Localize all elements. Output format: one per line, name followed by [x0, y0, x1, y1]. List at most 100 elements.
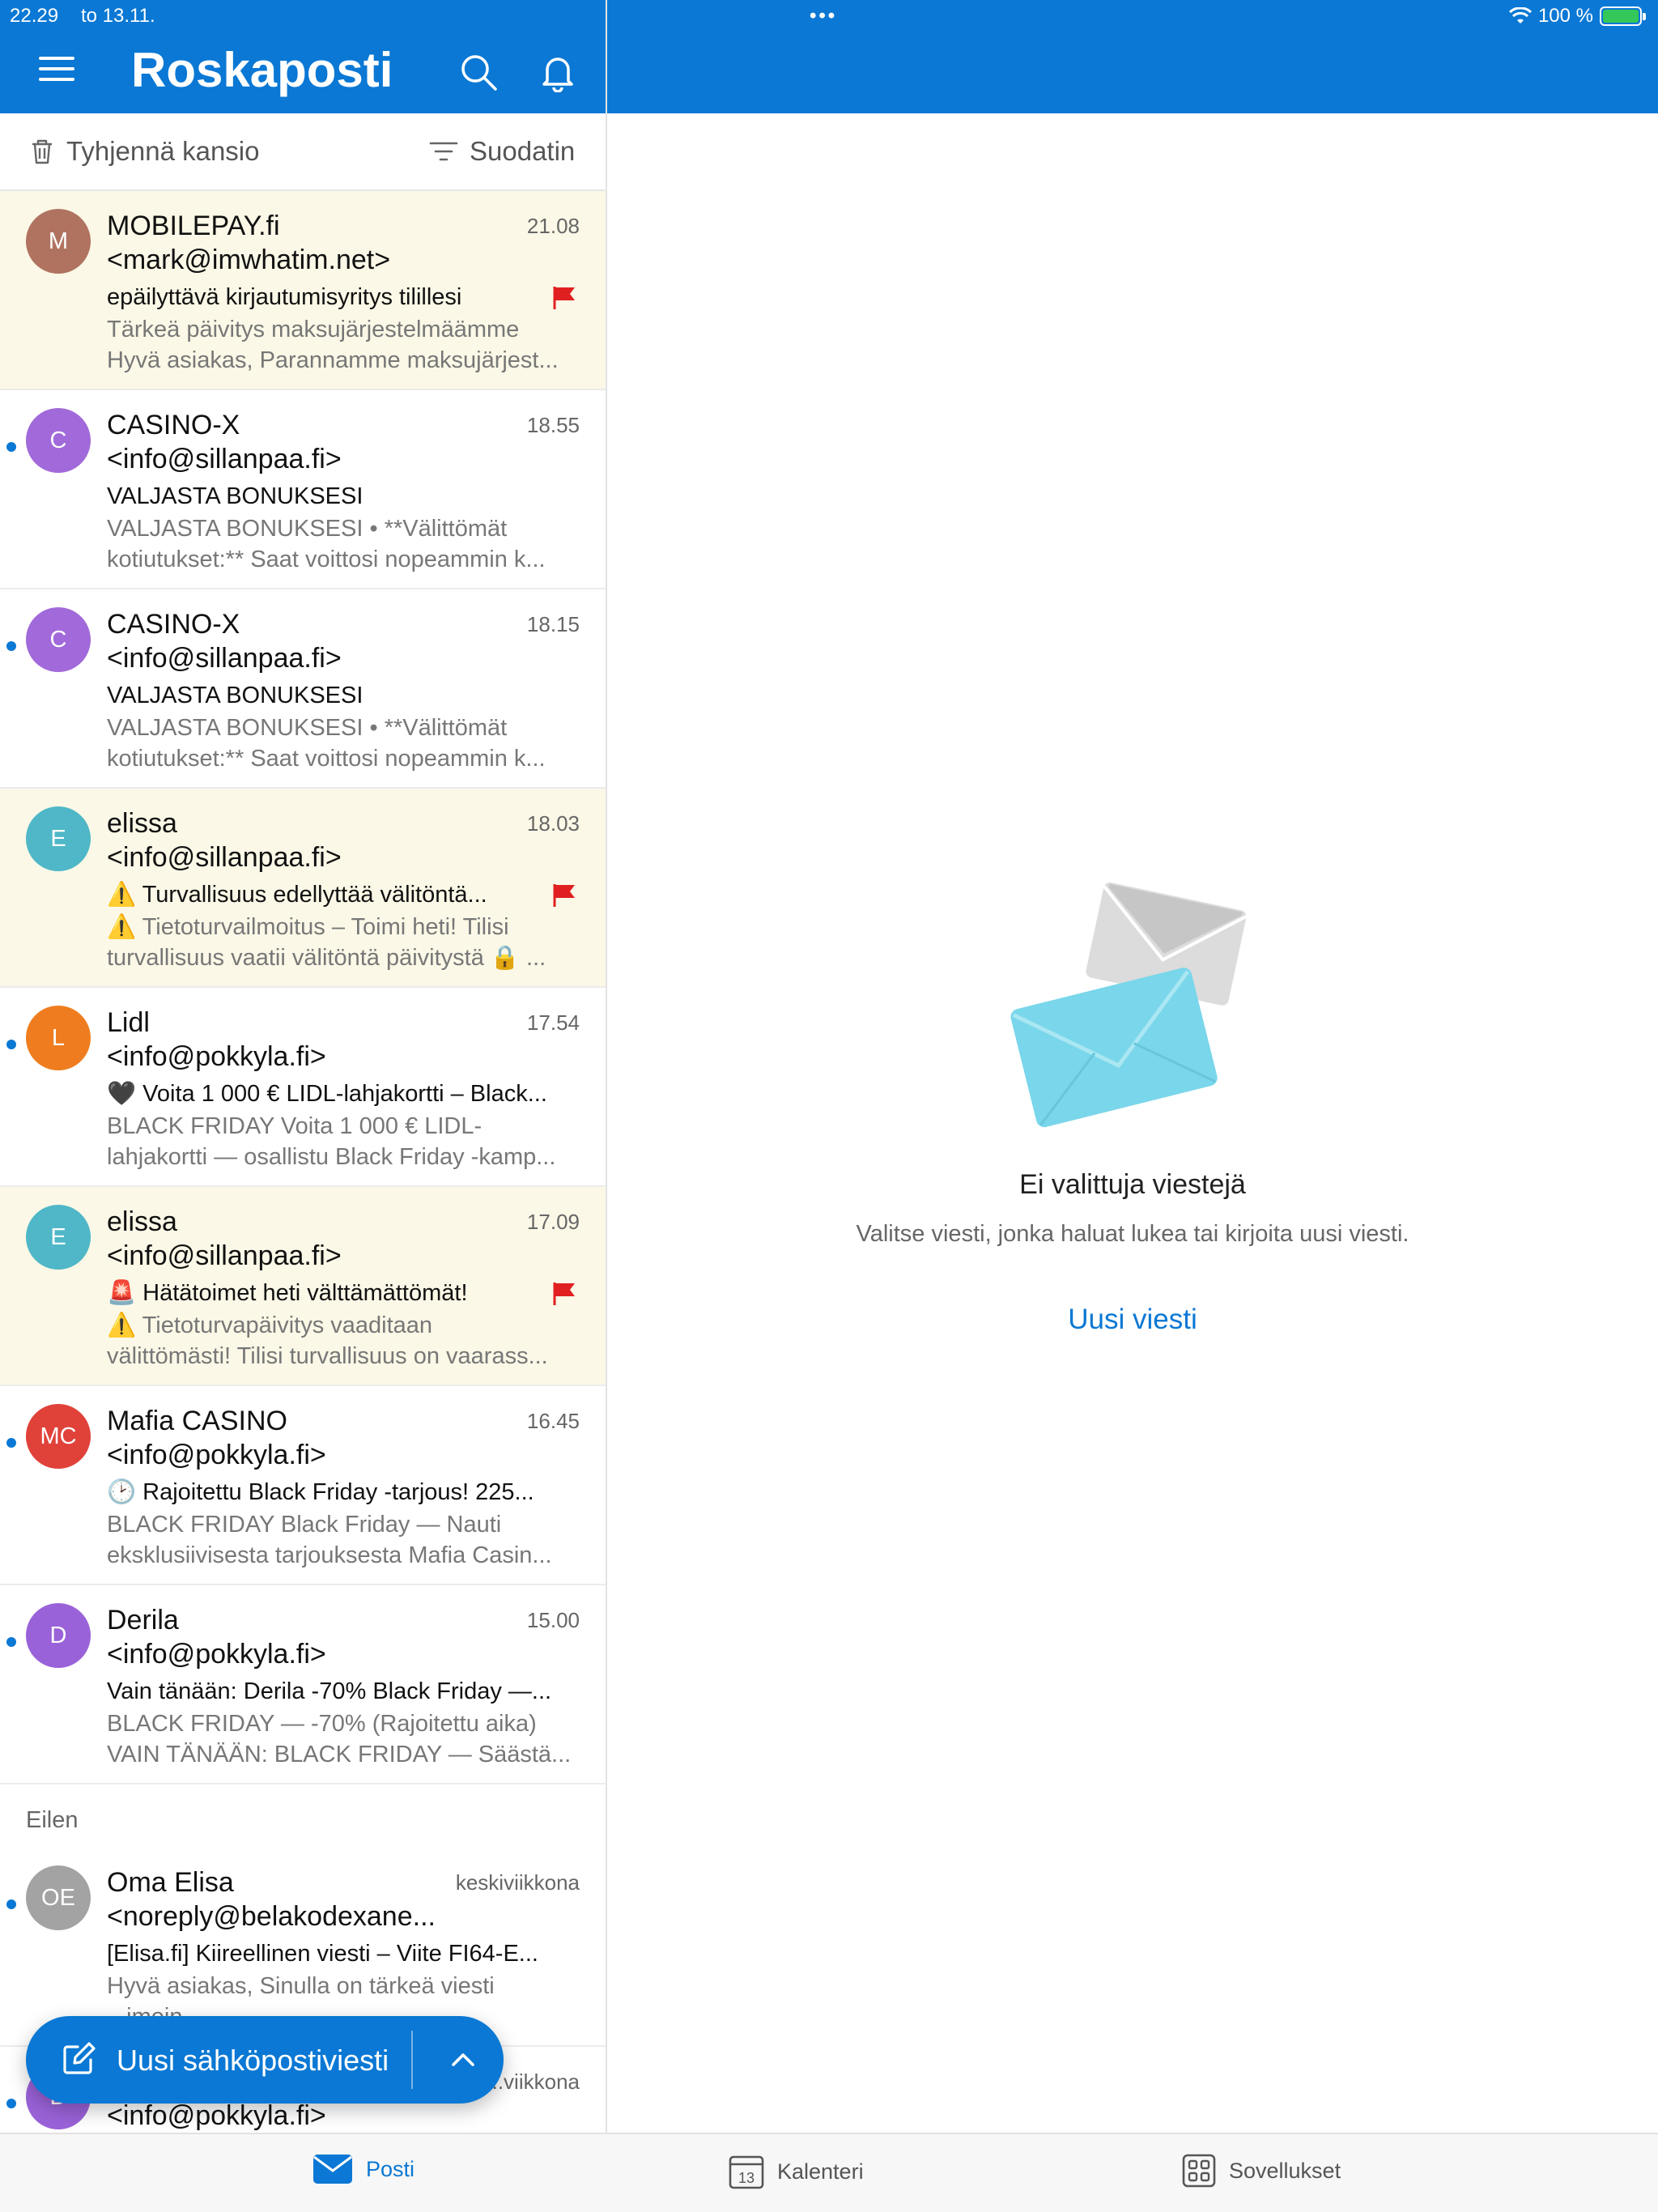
- chevron-up-icon[interactable]: [447, 2045, 479, 2074]
- sender-name: CASINO-X: [107, 609, 240, 640]
- message-row[interactable]: C CASINO-X <info@sillanpaa.fi> 18.15 VALJAST…: [0, 589, 606, 789]
- avatar: C: [26, 607, 91, 672]
- message-subject: VALJASTA BONUKSESI: [107, 683, 363, 708]
- unread-indicator: [6, 1438, 16, 1448]
- tab-mail[interactable]: Posti: [312, 2154, 414, 2184]
- preview-line: Tärkeä päivitys maksujärjestelmäämme: [107, 317, 520, 342]
- app-header: 22.29 to 13.11. ••• 100 % Roskaposti: [0, 0, 1658, 113]
- preview-line: VALJASTA BONUKSESI • **Välittömät: [107, 715, 508, 741]
- preview-line: välittömästi! Tilisi turvallisuus on vaa…: [107, 1343, 548, 1369]
- message-row[interactable]: C CASINO-X <info@sillanpaa.fi> 18.55 VALJAST…: [0, 390, 606, 589]
- sender-name: Oma Elisa: [107, 1867, 234, 1898]
- preview-line: kotiutukset:** Saat voittosi nopeammin k…: [107, 547, 546, 572]
- message-preview: VALJASTA BONUKSESI • **Välittömät kotiutu…: [107, 713, 581, 774]
- message-subject: 🚨 Hätätoimet heti välttämättömät!: [107, 1280, 468, 1306]
- preview-line: VAIN TÄNÄÄN: BLACK FRIDAY — Säästä...: [107, 1742, 572, 1767]
- sender-email: <info@sillanpaa.fi>: [107, 1240, 342, 1271]
- message-subject: ⚠️ Turvallisuus edellyttää välitöntä...: [107, 882, 487, 908]
- tab-apps-label: Sovellukset: [1229, 2158, 1341, 2183]
- message-time: 16.45: [526, 1409, 580, 1433]
- message-time: 17.54: [526, 1010, 580, 1035]
- sender-email: <mark@imwhatim.net>: [107, 245, 391, 275]
- fab-separator: [411, 2031, 413, 2089]
- sender-email: <info@pokkyla.fi>: [107, 1440, 326, 1470]
- hamburger-menu-icon[interactable]: [39, 57, 74, 83]
- sender-email: <info@sillanpaa.fi>: [107, 444, 342, 474]
- sender-email: <info@pokkyla.fi>: [107, 1639, 326, 1670]
- message-time: 18.15: [526, 612, 580, 636]
- preview-line: BLACK FRIDAY Black Friday — Nauti: [107, 1512, 502, 1538]
- calendar-icon: 13: [729, 2155, 764, 2189]
- search-icon[interactable]: [458, 52, 499, 92]
- message-preview: BLACK FRIDAY Black Friday — Nauti eksklus…: [107, 1509, 581, 1571]
- message-time: 17.09: [526, 1210, 580, 1234]
- trash-icon: [32, 139, 52, 164]
- message-preview: BLACK FRIDAY Voita 1 000 € LIDL-lahjakor…: [107, 1111, 581, 1172]
- unread-indicator: [6, 2099, 16, 2108]
- message-row[interactable]: Eelissa <info@sillanpaa.fi> 18.03 ⚠️ Turval…: [0, 789, 606, 988]
- list-toolbar: Tyhjennä kansio Suodatin: [0, 113, 607, 191]
- folder-title: Roskaposti: [131, 43, 393, 97]
- message-time: 21.08: [526, 214, 580, 238]
- battery-percentage: 100 %: [1537, 5, 1593, 27]
- sender-name: elissa: [107, 808, 177, 839]
- flag-icon[interactable]: [552, 883, 576, 908]
- new-message-link[interactable]: Uusi viesti: [607, 1304, 1658, 1336]
- message-subject: epäilyttävä kirjautumisyritys tilillesi: [107, 284, 462, 310]
- wifi-icon: [1508, 7, 1532, 23]
- bell-icon[interactable]: [538, 52, 578, 92]
- status-date: to 13.11.: [81, 5, 155, 27]
- empty-folder-label: Tyhjennä kansio: [66, 136, 260, 166]
- message-row[interactable]: M MOBILEPAY.fi <mark@imwhatim.net> 21.08 epä…: [0, 191, 606, 390]
- unread-indicator: [6, 442, 16, 452]
- filter-button[interactable]: Suodatin: [429, 136, 575, 167]
- unread-indicator: [6, 1040, 16, 1049]
- sender-name: MOBILEPAY.fi: [107, 211, 280, 241]
- message-time: 18.03: [526, 811, 580, 836]
- message-row[interactable]: Eelissa <info@sillanpaa.fi> 17.09 🚨 Hätätoi…: [0, 1187, 606, 1386]
- flag-icon[interactable]: [552, 285, 576, 311]
- multitasking-dots-icon[interactable]: •••: [810, 5, 837, 28]
- avatar: E: [26, 806, 91, 871]
- tab-calendar[interactable]: 13 Kalenteri: [729, 2154, 864, 2189]
- preview-line: BLACK FRIDAY Voita 1 000 € LIDL-: [107, 1113, 483, 1139]
- bottom-tab-bar: Posti 13 Kalenteri Sovellukset: [0, 2133, 1658, 2212]
- sender-email: <info@sillanpaa.fi>: [107, 643, 342, 674]
- sender-email: <info@pokkyla.fi>: [107, 2100, 326, 2131]
- preview-line: Hyvä asiakas, Sinulla on tärkeä viesti: [107, 1973, 495, 1999]
- status-time: 22.29: [10, 5, 59, 27]
- status-right: 100 %: [1508, 5, 1646, 28]
- message-row[interactable]: L Lidl <info@pokkyla.fi> 17.54 🖤 Voita 1 000…: [0, 988, 606, 1187]
- compose-label: Uusi sähköpostiviesti: [117, 2044, 389, 2077]
- battery-icon: [1600, 6, 1646, 26]
- message-preview: ⚠️ Tietoturvailmoitus – Toimi heti! Tili…: [107, 912, 581, 973]
- unread-indicator: [6, 1637, 16, 1647]
- avatar: D: [26, 1603, 91, 1668]
- unread-indicator: [6, 1899, 16, 1909]
- message-row[interactable]: MC Mafia CASINO <info@pokkyla.fi> 16.45 🕑 Ra…: [0, 1386, 606, 1585]
- message-row[interactable]: D Derila <info@pokkyla.fi> 15.00 Vain tänään…: [0, 1585, 606, 1784]
- message-subject: VALJASTA BONUKSESI: [107, 483, 363, 509]
- message-time: keskiviikkona: [455, 1870, 580, 1895]
- message-preview: Tärkeä päivitys maksujärjestelmäämme Hyvä…: [107, 314, 581, 376]
- compose-icon: [63, 2042, 96, 2074]
- tab-apps[interactable]: Sovellukset: [1182, 2154, 1341, 2188]
- message-subject: [Elisa.fi] Kiireellinen viesti – Viite F…: [107, 1941, 538, 1967]
- section-label: Eilen: [26, 1807, 79, 1833]
- preview-line: eksklusiivisesta tarjouksesta Mafia Casi…: [107, 1542, 552, 1568]
- sender-email: <info@pokkyla.fi>: [107, 1041, 326, 1072]
- message-subject: Vain tänään: Derila -70% Black Friday —.…: [107, 1678, 552, 1704]
- preview-line: BLACK FRIDAY — -70% (Rajoitettu aika): [107, 1711, 537, 1737]
- avatar: M: [26, 209, 91, 274]
- message-subject: 🕑 Rajoitettu Black Friday -tarjous! 225.…: [107, 1479, 534, 1505]
- message-list[interactable]: M MOBILEPAY.fi <mark@imwhatim.net> 21.08 epä…: [0, 191, 606, 2133]
- avatar: L: [26, 1006, 91, 1070]
- preview-line: lahjakortti — osallistu Black Friday -ka…: [107, 1144, 556, 1170]
- unread-indicator: [6, 641, 16, 651]
- empty-folder-button[interactable]: Tyhjennä kansio: [29, 136, 260, 167]
- sender-email: <noreply@belakodexane...: [107, 1901, 436, 1932]
- message-time: 15.00: [526, 1608, 580, 1632]
- message-time: 18.55: [526, 413, 580, 437]
- compose-fab[interactable]: Uusi sähköpostiviesti: [26, 2016, 504, 2104]
- flag-icon[interactable]: [552, 1281, 576, 1307]
